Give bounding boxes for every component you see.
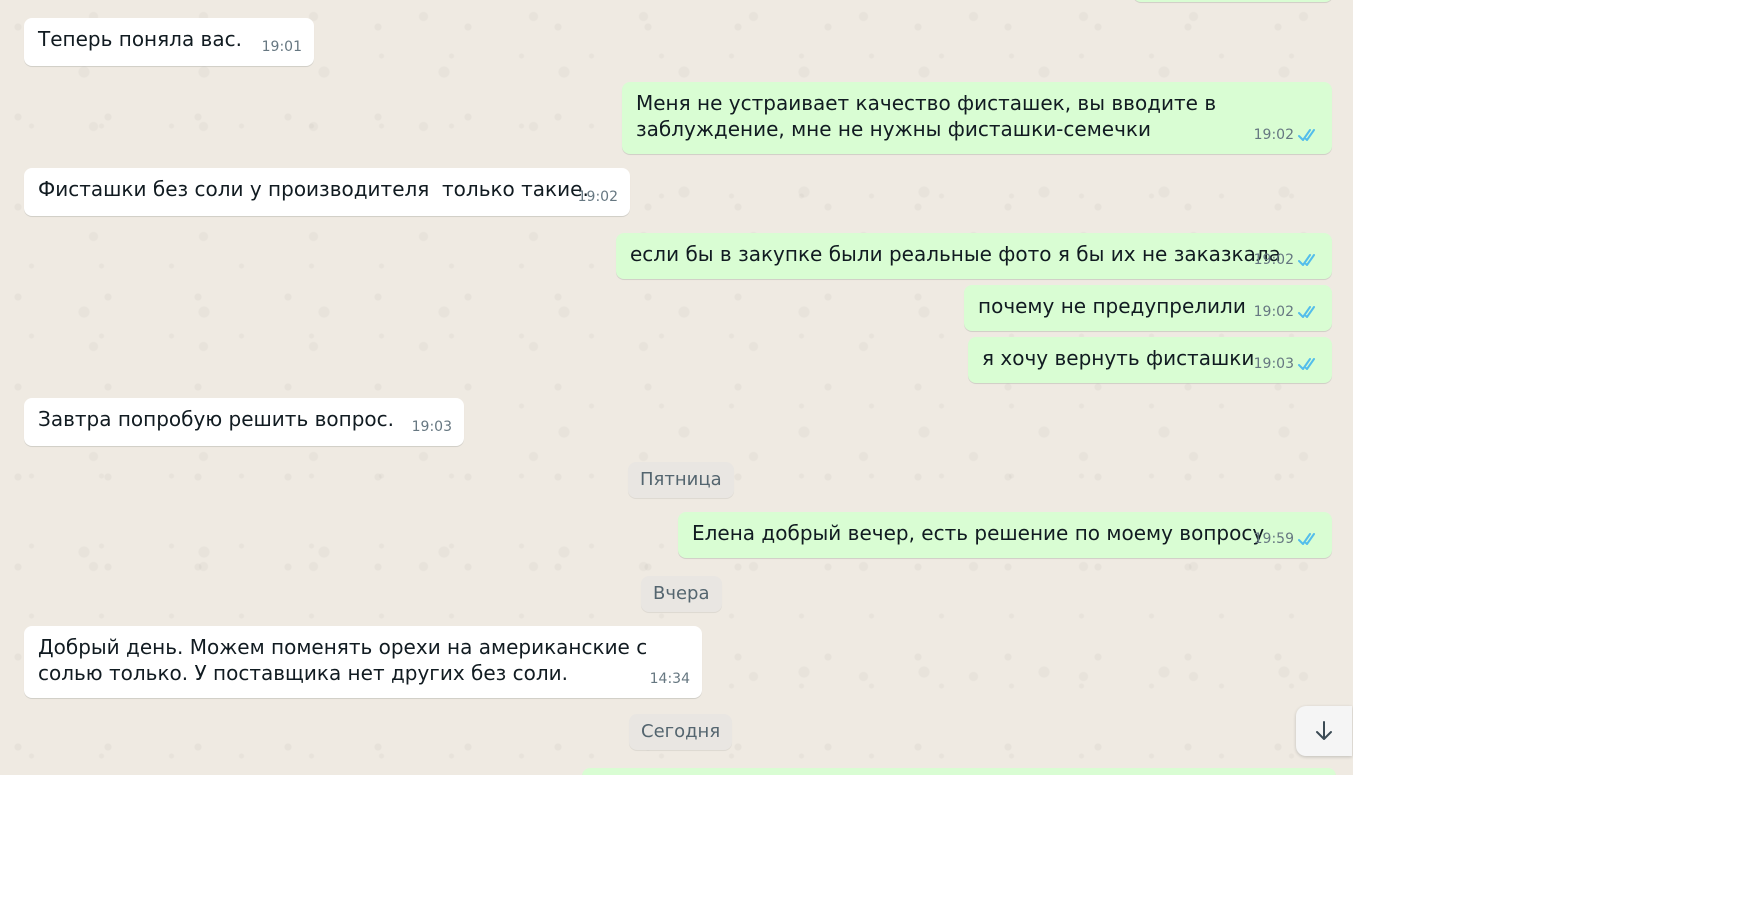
message-bubble-incoming[interactable]: Завтра попробую решить вопрос. 19:03 xyxy=(24,398,464,446)
double-check-icon xyxy=(1298,306,1315,318)
message-meta: 14:34 xyxy=(650,666,690,692)
message-time: 19:02 xyxy=(1253,304,1294,320)
date-chip: Вчера xyxy=(641,576,722,612)
message-text: Добрый день. Можем поменять орехи на аме… xyxy=(38,635,654,685)
message-bubble-partial-bottom xyxy=(582,768,1336,775)
double-check-icon xyxy=(1298,358,1315,370)
chat-panel: Теперь поняла вас. 19:01 Меня не устраив… xyxy=(0,0,1353,775)
message-bubble-incoming[interactable]: Добрый день. Можем поменять орехи на аме… xyxy=(24,626,702,698)
message-text: Елена добрый вечер, есть решение по моем… xyxy=(692,521,1265,545)
message-bubble-incoming[interactable]: Теперь поняла вас. 19:01 xyxy=(24,18,314,66)
message-time: 19:59 xyxy=(1253,531,1294,547)
message-meta: 19:02 xyxy=(1254,122,1320,148)
message-text: если бы в закупке были реальные фото я б… xyxy=(630,242,1281,266)
arrow-down-icon xyxy=(1316,721,1332,740)
message-text: Завтра попробую решить вопрос. xyxy=(38,407,394,431)
message-time: 19:02 xyxy=(1253,252,1294,268)
message-time: 19:01 xyxy=(261,39,302,55)
message-meta: 19:02 xyxy=(578,184,618,210)
message-meta: 19:02 xyxy=(1254,299,1320,325)
message-meta: 19:03 xyxy=(412,414,452,440)
message-time: 19:02 xyxy=(1253,127,1294,143)
date-chip: Пятница xyxy=(628,462,734,498)
message-time: 19:03 xyxy=(1253,356,1294,372)
message-meta: 19:02 xyxy=(1254,247,1320,273)
message-bubble-partial-top xyxy=(1133,0,1333,2)
double-check-icon xyxy=(1298,533,1315,545)
message-meta: 19:03 xyxy=(1254,351,1320,377)
message-bubble-incoming[interactable]: Фисташки без соли у производителя только… xyxy=(24,168,630,216)
message-meta: 19:01 xyxy=(262,34,302,60)
scroll-to-bottom-button[interactable] xyxy=(1296,706,1352,756)
message-meta: 19:59 xyxy=(1254,526,1320,552)
double-check-icon xyxy=(1298,129,1315,141)
message-time: 14:34 xyxy=(649,671,690,687)
date-chip: Сегодня xyxy=(629,714,733,750)
double-check-icon xyxy=(1298,254,1315,266)
message-time: 19:02 xyxy=(577,189,618,205)
message-time: 19:03 xyxy=(411,419,452,435)
message-bubble-outgoing[interactable]: Меня не устраивает качество фисташек, вы… xyxy=(622,82,1332,154)
message-bubble-outgoing[interactable]: если бы в закупке были реальные фото я б… xyxy=(616,233,1332,279)
message-bubble-outgoing[interactable]: почему не предупрелили 19:02 xyxy=(964,285,1332,331)
message-text: Фисташки без соли у производителя только… xyxy=(38,177,589,201)
message-bubble-outgoing[interactable]: Елена добрый вечер, есть решение по моем… xyxy=(678,512,1332,558)
message-text: Меня не устраивает качество фисташек, вы… xyxy=(636,91,1223,141)
message-bubble-outgoing[interactable]: я хочу вернуть фисташки 19:03 xyxy=(968,337,1332,383)
